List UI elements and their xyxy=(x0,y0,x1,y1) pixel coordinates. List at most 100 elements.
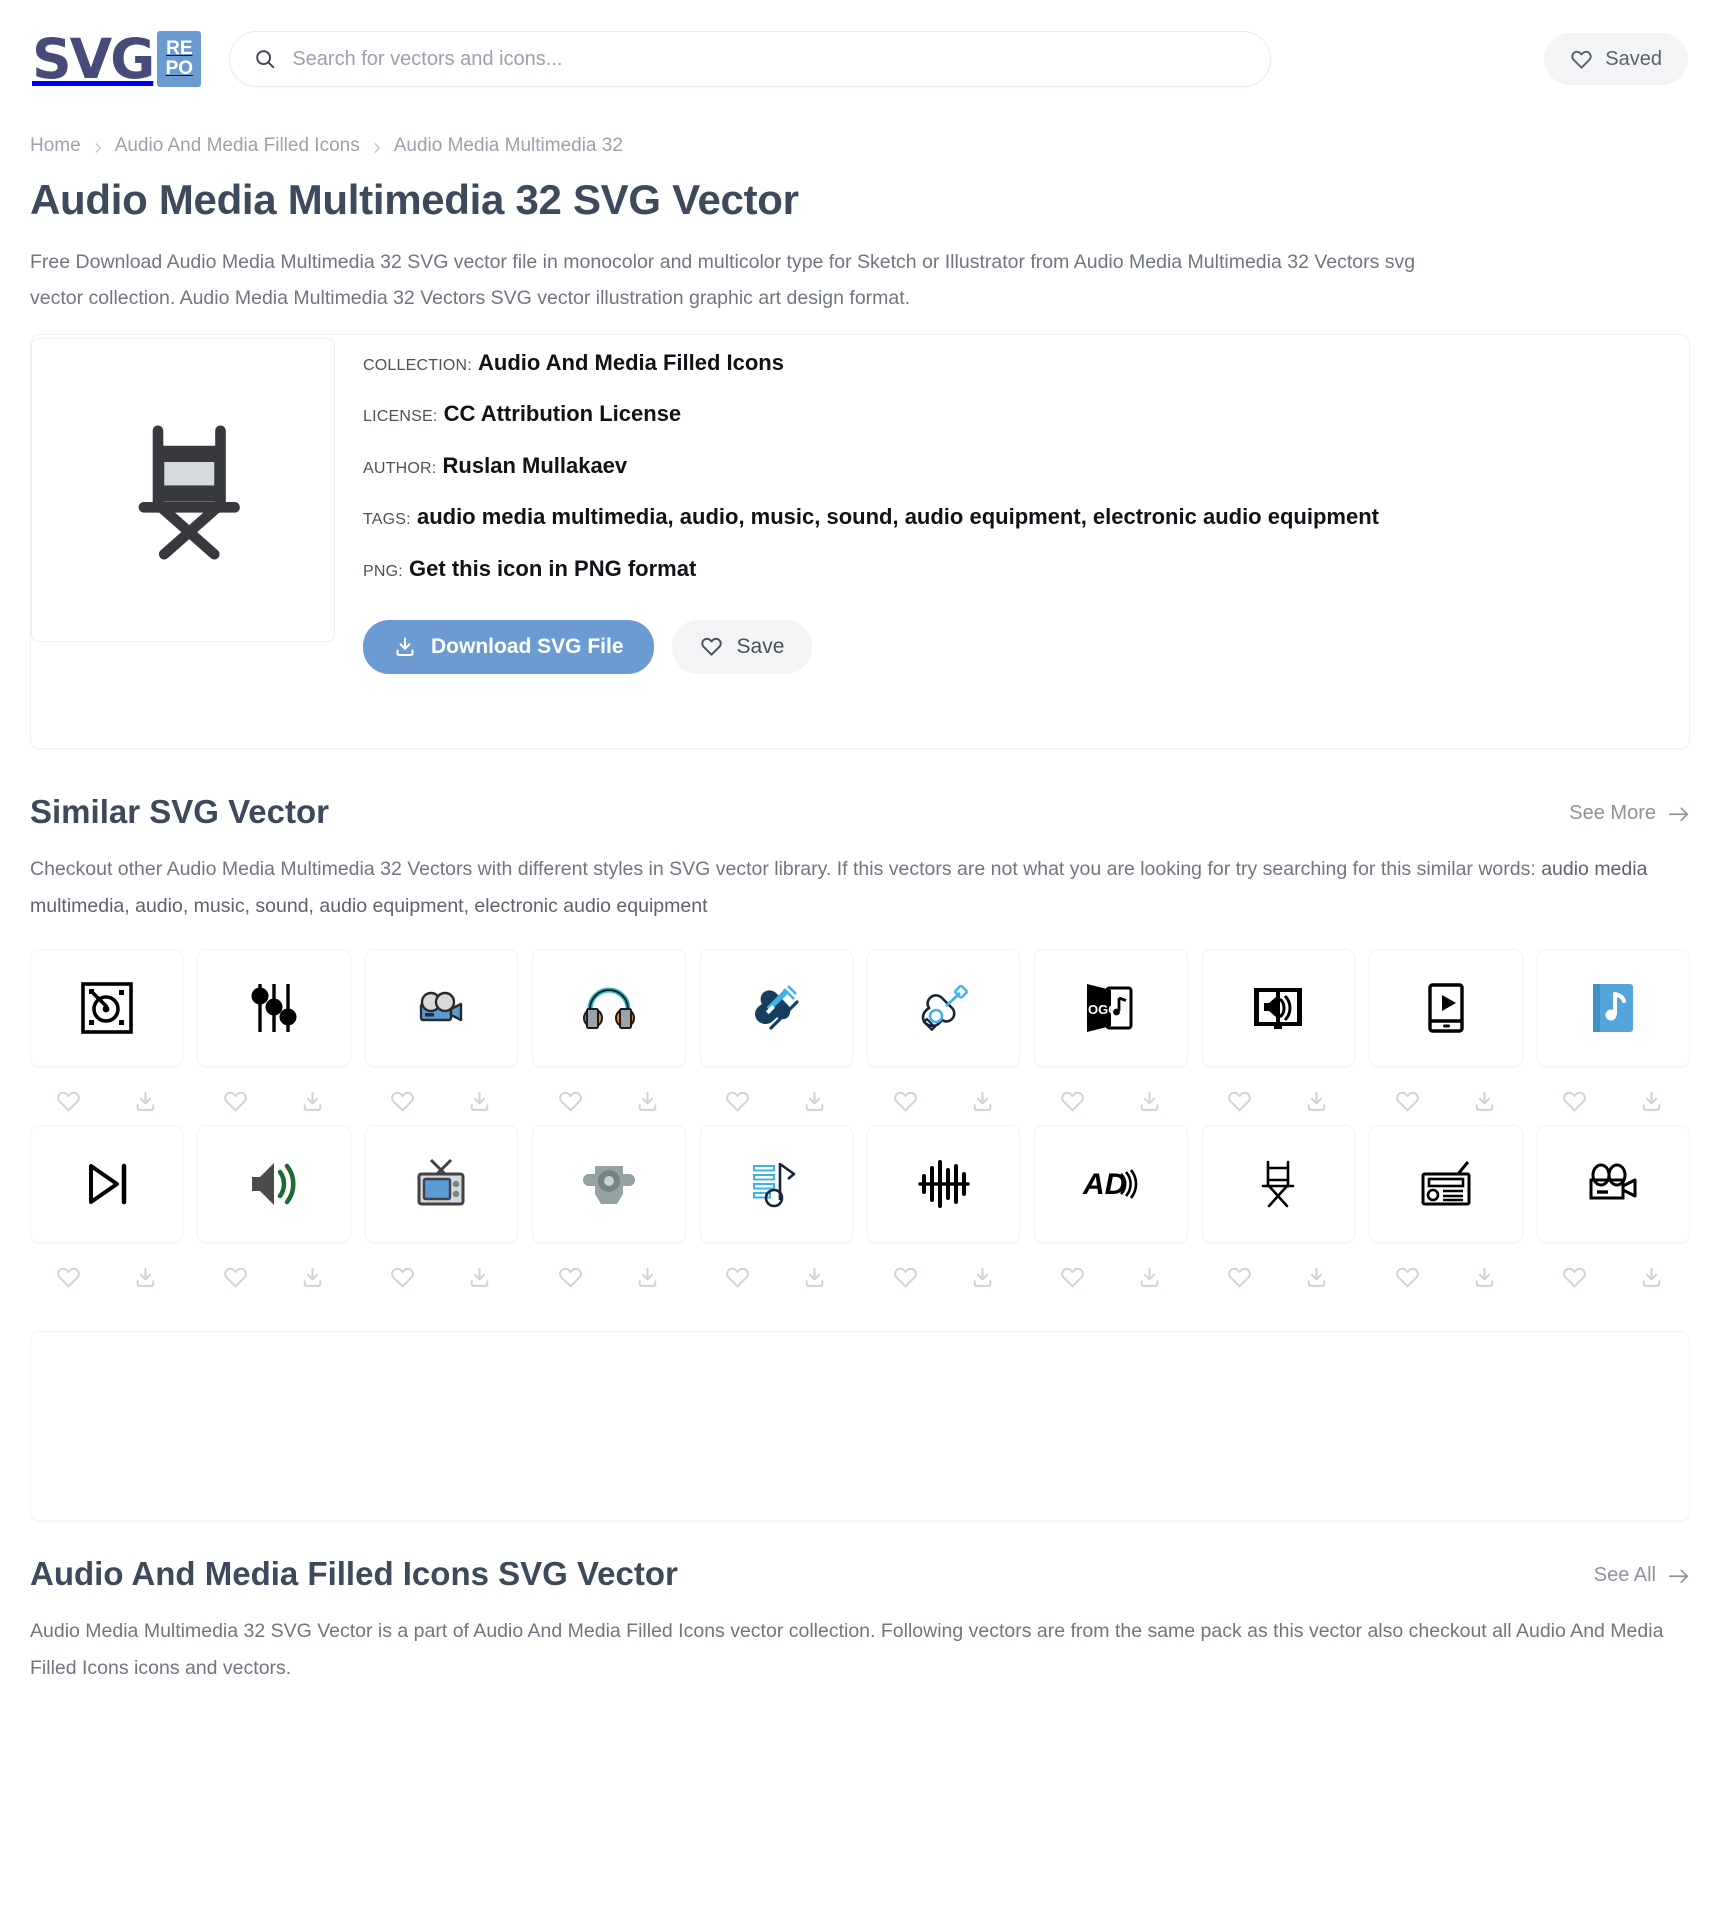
turntable-icon[interactable] xyxy=(30,948,184,1067)
favorite-icon[interactable] xyxy=(1060,1089,1085,1119)
violin-icon[interactable] xyxy=(699,948,853,1067)
meta-license-value[interactable]: CC Attribution License xyxy=(444,401,682,426)
favorite-icon[interactable] xyxy=(56,1265,81,1295)
video-camera-icon[interactable] xyxy=(364,948,519,1067)
heart-icon xyxy=(700,635,723,658)
audio-book-speaker-icon[interactable] xyxy=(1201,948,1356,1067)
icon-cell xyxy=(197,948,351,1119)
ad-placeholder xyxy=(30,1330,1690,1521)
svg-text:AD: AD xyxy=(1082,1168,1126,1201)
icon-cell-actions xyxy=(390,1265,492,1295)
search-input[interactable] xyxy=(290,46,1247,72)
ogg-audio-file-icon[interactable]: OGG xyxy=(1034,948,1188,1067)
download-icon[interactable] xyxy=(1137,1265,1162,1295)
download-icon[interactable] xyxy=(133,1089,158,1119)
download-icon[interactable] xyxy=(467,1265,492,1295)
similar-icon-grid-block: OGG AD xyxy=(30,948,1690,1295)
icon-cell-actions xyxy=(223,1265,325,1295)
favorite-icon[interactable] xyxy=(1395,1089,1420,1119)
download-icon[interactable] xyxy=(1304,1265,1329,1295)
movie-camera-outline-icon[interactable] xyxy=(1536,1124,1690,1243)
icon-cell-actions xyxy=(1395,1265,1497,1295)
icon-cell-actions xyxy=(56,1089,158,1119)
chevron-right-icon xyxy=(91,139,105,153)
similar-section-title: Similar SVG Vector xyxy=(30,792,329,830)
favorite-icon[interactable] xyxy=(1060,1265,1085,1295)
download-icon[interactable] xyxy=(133,1265,158,1295)
download-icon[interactable] xyxy=(300,1089,325,1119)
icon-cell xyxy=(1369,948,1523,1119)
download-icon[interactable] xyxy=(970,1089,995,1119)
directors-chair-icon[interactable] xyxy=(1201,1124,1356,1243)
download-icon[interactable] xyxy=(635,1089,660,1119)
meta-tags-value[interactable]: audio media multimedia, audio, music, so… xyxy=(417,504,1379,529)
favorite-icon[interactable] xyxy=(558,1265,583,1295)
download-icon[interactable] xyxy=(1472,1265,1497,1295)
download-icon[interactable] xyxy=(970,1265,995,1295)
breadcrumb-home[interactable]: Home xyxy=(30,135,81,157)
headphones-icon[interactable] xyxy=(532,948,686,1067)
radio-receiver-icon[interactable] xyxy=(1369,1124,1523,1243)
icon-cell xyxy=(30,948,184,1119)
audio-waveform-icon[interactable] xyxy=(866,1124,1021,1243)
favorite-icon[interactable] xyxy=(390,1265,415,1295)
icon-cell-actions xyxy=(725,1089,827,1119)
favorite-icon[interactable] xyxy=(390,1089,415,1119)
favorite-icon[interactable] xyxy=(558,1089,583,1119)
icon-cell xyxy=(532,1124,686,1295)
audio-description-icon[interactable]: AD xyxy=(1034,1124,1188,1243)
meta-author-value[interactable]: Ruslan Mullakaev xyxy=(443,453,628,478)
save-button[interactable]: Save xyxy=(671,619,813,674)
download-icon[interactable] xyxy=(802,1265,827,1295)
play-next-track-icon[interactable] xyxy=(30,1124,184,1243)
icon-cell-actions xyxy=(1227,1265,1329,1295)
download-icon[interactable] xyxy=(802,1089,827,1119)
favorite-icon[interactable] xyxy=(1227,1089,1252,1119)
favorite-icon[interactable] xyxy=(223,1265,248,1295)
meta-collection-value[interactable]: Audio And Media Filled Icons xyxy=(478,350,784,375)
see-more-link[interactable]: See More xyxy=(1569,802,1690,831)
favorite-icon[interactable] xyxy=(223,1089,248,1119)
saved-button[interactable]: Saved xyxy=(1544,33,1688,85)
download-icon[interactable] xyxy=(300,1265,325,1295)
favorite-icon[interactable] xyxy=(1395,1265,1420,1295)
save-button-label: Save xyxy=(736,634,785,658)
tablet-video-play-icon[interactable] xyxy=(1369,948,1523,1067)
download-icon[interactable] xyxy=(1639,1089,1664,1119)
download-icon[interactable] xyxy=(1304,1089,1329,1119)
icon-cell xyxy=(1369,1124,1523,1295)
music-note-book-icon[interactable] xyxy=(1536,948,1690,1067)
favorite-icon[interactable] xyxy=(1562,1265,1587,1295)
breadcrumb-collection[interactable]: Audio And Media Filled Icons xyxy=(115,135,360,157)
favorite-icon[interactable] xyxy=(893,1265,918,1295)
download-icon[interactable] xyxy=(467,1089,492,1119)
download-icon[interactable] xyxy=(635,1265,660,1295)
download-svg-button[interactable]: Download SVG File xyxy=(363,619,654,674)
vector-preview xyxy=(31,337,335,642)
icon-cell xyxy=(1536,1124,1690,1295)
see-all-link[interactable]: See All xyxy=(1594,1564,1690,1593)
see-all-label: See All xyxy=(1593,1563,1656,1586)
search-bar[interactable] xyxy=(229,31,1272,87)
audio-jack-connector-icon[interactable] xyxy=(532,1124,686,1243)
favorite-icon[interactable] xyxy=(1562,1089,1587,1119)
download-icon[interactable] xyxy=(1137,1089,1162,1119)
acoustic-guitar-icon[interactable] xyxy=(866,948,1021,1067)
site-logo[interactable]: SVG RE PO xyxy=(32,31,202,87)
icon-cell xyxy=(30,1124,184,1295)
equalizer-sliders-icon[interactable] xyxy=(197,948,351,1067)
page-description: Free Download Audio Media Multimedia 32 … xyxy=(30,250,1416,309)
retro-television-icon[interactable] xyxy=(364,1124,519,1243)
favorite-icon[interactable] xyxy=(893,1089,918,1119)
vector-detail-card: COLLECTION: Audio And Media Filled Icons… xyxy=(30,333,1690,749)
icon-cell xyxy=(1536,948,1690,1119)
favorite-icon[interactable] xyxy=(725,1265,750,1295)
download-icon[interactable] xyxy=(1639,1265,1664,1295)
volume-speaker-icon[interactable] xyxy=(197,1124,351,1243)
download-icon[interactable] xyxy=(1472,1089,1497,1119)
favorite-icon[interactable] xyxy=(1227,1265,1252,1295)
favorite-icon[interactable] xyxy=(56,1089,81,1119)
music-playlist-note-icon[interactable] xyxy=(699,1124,853,1243)
meta-png-value[interactable]: Get this icon in PNG format xyxy=(409,556,696,581)
favorite-icon[interactable] xyxy=(725,1089,750,1119)
